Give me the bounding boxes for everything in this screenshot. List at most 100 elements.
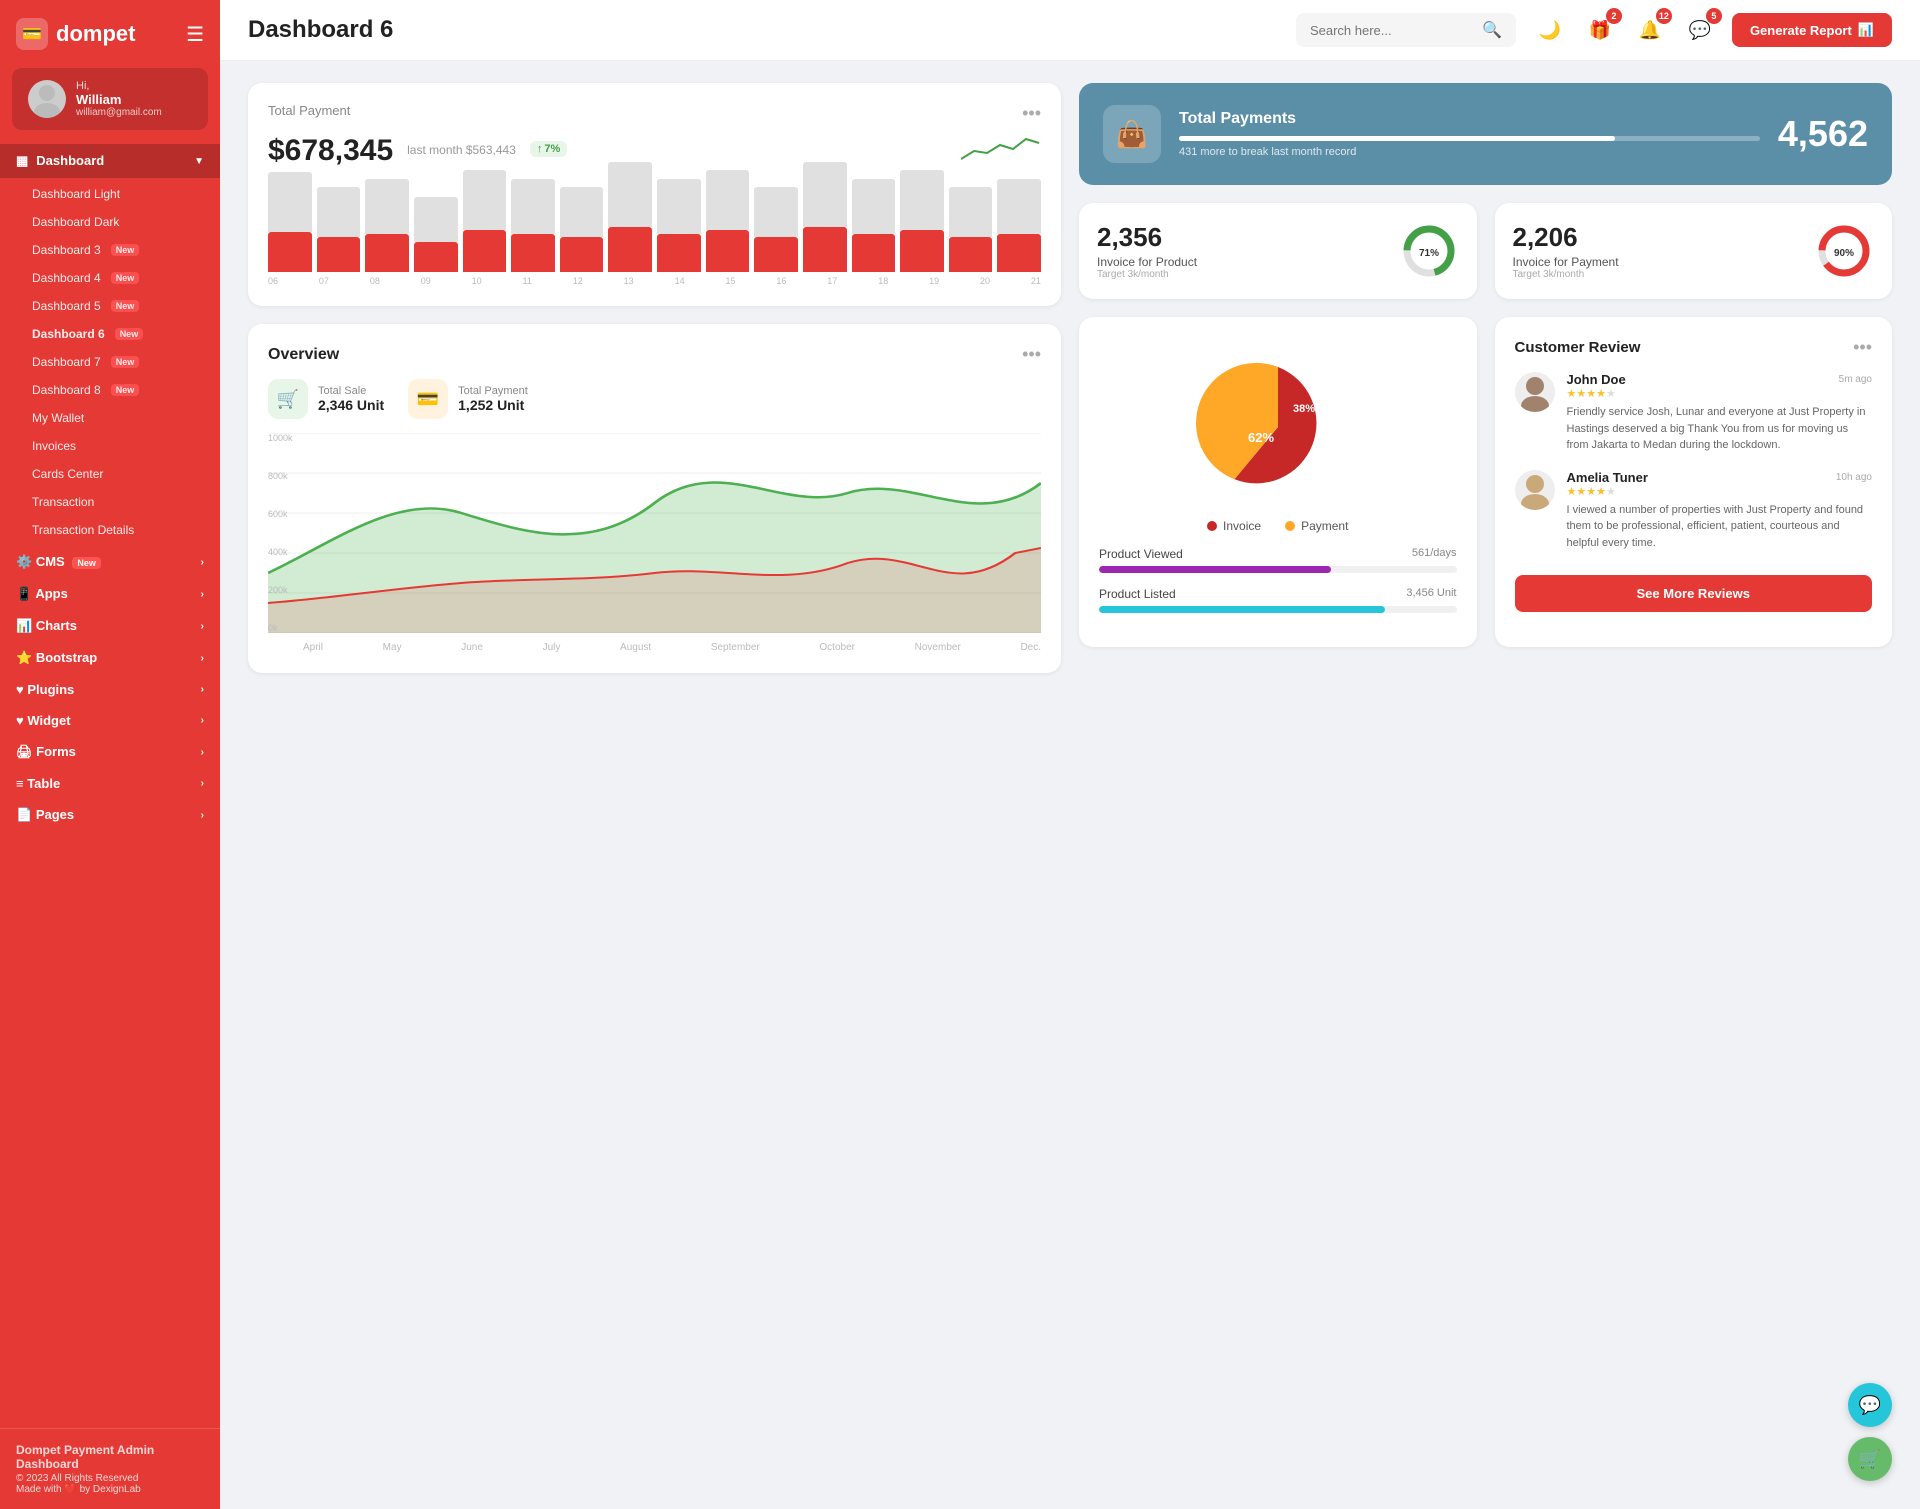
nav-item-invoices[interactable]: Invoices [0, 432, 220, 460]
invoice-payment-info: 2,206 Invoice for Payment Target 3k/mont… [1513, 222, 1801, 280]
nav-item-dashboard-dark[interactable]: Dashboard Dark [0, 208, 220, 236]
total-payments-blue-card: 👜 Total Payments 431 more to break last … [1079, 83, 1892, 185]
total-payments-progress [1179, 136, 1760, 141]
overview-title: Overview [268, 346, 339, 364]
payment-legend-dot [1285, 521, 1295, 531]
support-fab[interactable]: 💬 [1848, 1383, 1892, 1427]
nav-item-dashboard-light[interactable]: Dashboard Light [0, 180, 220, 208]
nav-item-dashboard-8[interactable]: Dashboard 8New [0, 376, 220, 404]
apps-section[interactable]: 📱 Apps › [0, 576, 220, 608]
table-section[interactable]: ≡ Table › [0, 766, 220, 797]
review-menu-button[interactable]: ••• [1853, 337, 1872, 358]
nav-item-dashboard-3[interactable]: Dashboard 3New [0, 236, 220, 264]
total-sale-info: Total Sale 2,346 Unit [318, 385, 384, 413]
user-profile[interactable]: Hi, William william@gmail.com [12, 68, 208, 130]
pages-section[interactable]: 📄 Pages › [0, 797, 220, 829]
invoice-legend-item: Invoice [1207, 519, 1261, 533]
svg-text:38%: 38% [1293, 403, 1315, 415]
bar-09 [414, 197, 458, 272]
area-chart-container: 1000k 800k 600k 400k 200k 0k [268, 433, 1041, 638]
dashboard-nav-section[interactable]: ▦Dashboard ▼ [0, 144, 220, 178]
bell-button[interactable]: 🔔 12 [1632, 12, 1668, 48]
hamburger-button[interactable]: ☰ [186, 22, 204, 47]
reviewer-name-1: Amelia Tuner [1567, 470, 1648, 485]
plugins-arrow-icon: › [201, 684, 204, 695]
product-viewed-label: Product Viewed [1099, 547, 1183, 561]
total-payments-sub: 431 more to break last month record [1179, 146, 1760, 158]
invoice-product-amount: 2,356 [1097, 222, 1385, 253]
pie-products-row: 62% 38% Invoice Payment [1079, 317, 1892, 647]
chat-button[interactable]: 💬 5 [1682, 12, 1718, 48]
reviewer-avatar-1 [1515, 470, 1555, 510]
total-payments-info: Total Payments 431 more to break last mo… [1179, 110, 1760, 158]
bar-bottom [949, 237, 993, 272]
total-payment-icon: 💳 [408, 379, 448, 419]
bar-label-12: 12 [573, 276, 583, 286]
trend-value: 7% [544, 143, 560, 155]
x-label-april: April [303, 642, 323, 653]
bar-bottom [997, 234, 1041, 272]
forms-section[interactable]: 🖨 Forms › [0, 734, 220, 766]
bar-16 [754, 187, 798, 272]
moon-button[interactable]: 🌙 [1532, 12, 1568, 48]
x-label-august: August [620, 642, 651, 653]
nav-item-transaction[interactable]: Transaction [0, 488, 220, 516]
generate-report-button[interactable]: Generate Report 📊 [1732, 13, 1892, 47]
see-more-reviews-button[interactable]: See More Reviews [1515, 575, 1873, 612]
total-payment-value: 1,252 Unit [458, 397, 528, 413]
nav-item-cards-center[interactable]: Cards Center [0, 460, 220, 488]
nav-item-dashboard-4[interactable]: Dashboard 4New [0, 264, 220, 292]
product-viewed-val: 561/days [1412, 547, 1457, 561]
review-name-row-0: John Doe 5m ago [1567, 372, 1873, 387]
bell-badge: 12 [1656, 8, 1672, 24]
fab-container: 💬 🛒 [1848, 1383, 1892, 1481]
logo-icon: 💳 [16, 18, 48, 50]
svg-text:71%: 71% [1418, 248, 1438, 259]
app-logo: 💳 dompet [16, 18, 135, 50]
overview-menu-button[interactable]: ••• [1022, 344, 1041, 365]
pie-legend: Invoice Payment [1099, 519, 1457, 533]
bar-label-13: 13 [624, 276, 634, 286]
apps-arrow-icon: › [201, 589, 204, 600]
product-viewed-progress [1099, 566, 1457, 573]
card-menu-button[interactable]: ••• [1022, 103, 1041, 124]
page-title: Dashboard 6 [248, 16, 1280, 44]
invoice-product-donut: 71% [1399, 221, 1459, 281]
bar-top [754, 187, 798, 237]
plugins-section[interactable]: ♥ Plugins › [0, 672, 220, 703]
review-text-0: Friendly service Josh, Lunar and everyon… [1567, 404, 1873, 454]
widget-section[interactable]: ♥ Widget › [0, 703, 220, 734]
invoice-payment-card: 2,206 Invoice for Payment Target 3k/mont… [1495, 203, 1893, 299]
review-stars-1: ★★★★★ [1567, 485, 1873, 498]
cart-fab[interactable]: 🛒 [1848, 1437, 1892, 1481]
bar-top [414, 197, 458, 242]
user-info: Hi, William william@gmail.com [76, 80, 162, 118]
review-header: Customer Review ••• [1515, 337, 1873, 358]
nav-item-dashboard-6[interactable]: Dashboard 6New [0, 320, 220, 348]
footer-brand: Dompet Payment Admin Dashboard [16, 1443, 204, 1471]
bar-bottom [365, 234, 409, 272]
bootstrap-section[interactable]: ⭐ Bootstrap › [0, 640, 220, 672]
bar-bottom [900, 230, 944, 272]
search-input[interactable] [1310, 23, 1474, 38]
charts-section[interactable]: 📊 Charts › [0, 608, 220, 640]
bar-top [803, 162, 847, 227]
sparkline-chart [961, 131, 1041, 167]
nav-item-dashboard-7[interactable]: Dashboard 7New [0, 348, 220, 376]
bar-top [268, 172, 312, 232]
svg-text:62%: 62% [1248, 430, 1274, 445]
nav-item-dashboard-5[interactable]: Dashboard 5New [0, 292, 220, 320]
cms-section[interactable]: ⚙️ CMS New › [0, 544, 220, 576]
overview-stats: 🛒 Total Sale 2,346 Unit 💳 Total Payment … [268, 379, 1041, 419]
bar-label-10: 10 [472, 276, 482, 286]
bar-label-20: 20 [980, 276, 990, 286]
table-arrow-icon: › [201, 778, 204, 789]
nav-item-my-wallet[interactable]: My Wallet [0, 404, 220, 432]
review-item-0: John Doe 5m ago ★★★★★ Friendly service J… [1515, 372, 1873, 454]
gift-button[interactable]: 🎁 2 [1582, 12, 1618, 48]
invoice-product-info: 2,356 Invoice for Product Target 3k/mont… [1097, 222, 1385, 280]
bar-top [852, 179, 896, 234]
search-box[interactable]: 🔍 [1296, 13, 1516, 47]
bar-label-07: 07 [319, 276, 329, 286]
nav-item-transaction-details[interactable]: Transaction Details [0, 516, 220, 544]
